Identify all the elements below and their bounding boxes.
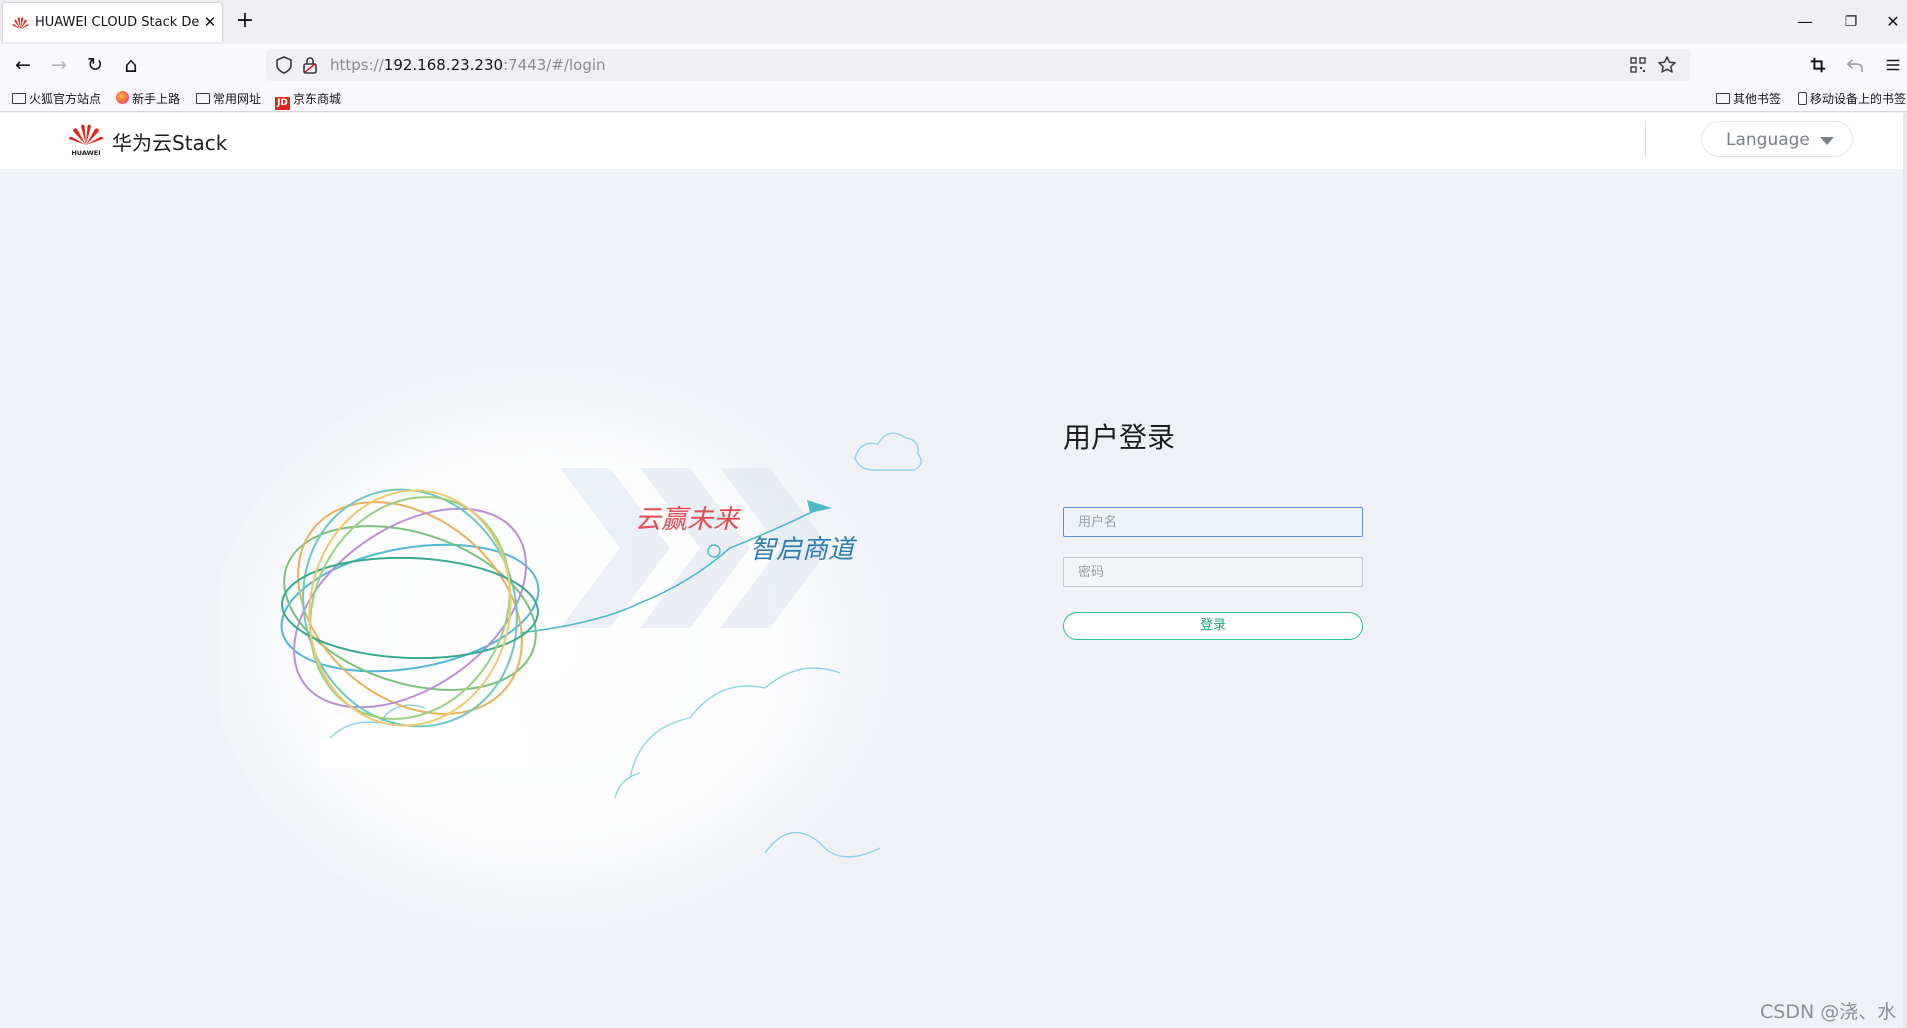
url-text[interactable]: https://192.168.23.230:7443/#/login [330,56,606,74]
close-window-button[interactable]: ✕ [1878,8,1907,36]
browser-tab[interactable]: HUAWEI CLOUD Stack Deplo ✕ [2,2,223,42]
csdn-watermark: CSDN @浇、水 [1760,1001,1897,1023]
login-title: 用户登录 [1063,421,1176,454]
tab-close-icon[interactable]: ✕ [201,13,219,31]
huawei-logo-icon: HUAWEI [69,124,103,157]
url-host: 192.168.23.230 [383,56,504,74]
bookmark-jd-mall[interactable]: JD 京东商城 [275,89,342,110]
navigation-toolbar: ← → ↻ ⌂ https://192.168.23.230:7443/#/lo… [0,44,1907,86]
huawei-favicon-icon [12,17,29,30]
restore-button[interactable]: ❐ [1836,8,1866,36]
minimize-button[interactable]: — [1790,8,1820,36]
folder-icon [1716,93,1730,104]
lock-icon[interactable] [300,55,320,75]
site-header: HUAWEI 华为云Stack Language [0,113,1903,169]
address-bar[interactable]: https://192.168.23.230:7443/#/login [266,49,1690,81]
slogan-secondary: 智启商道 [750,535,858,565]
folder-icon [196,93,210,104]
forward-button[interactable]: → [44,50,74,80]
password-field[interactable] [1063,557,1363,587]
bookmark-getting-started[interactable]: 新手上路 [116,89,180,109]
bookmark-other-bookmarks[interactable]: 其他书签 [1716,89,1781,109]
bookmark-label: 移动设备上的书签 [1810,92,1907,106]
reload-button[interactable]: ↻ [80,50,110,80]
page-viewport: HUAWEI 华为云Stack Language 云赢未来 智启商道 用户登录 … [0,113,1907,1028]
new-tab-button[interactable]: + [232,9,258,35]
login-button[interactable]: 登录 [1063,612,1363,640]
url-path: :7443/#/login [503,56,606,74]
home-button[interactable]: ⌂ [116,50,146,80]
bookmark-mobile-bookmarks[interactable]: 移动设备上的书签 [1798,89,1906,109]
bookmark-star-icon[interactable] [1657,55,1677,75]
menu-icon[interactable] [1884,56,1902,74]
username-field[interactable] [1063,507,1363,537]
username-input[interactable] [1064,508,1362,536]
cloud-globe-illustration: 云赢未来 智启商道 [220,348,950,948]
caret-down-icon [1820,137,1834,145]
header-divider [1645,121,1646,157]
bookmarks-toolbar: 火狐官方站点 新手上路 常用网址 JD 京东商城 其他书签 移动设备上的书签 [0,86,1907,112]
password-input[interactable] [1064,558,1362,586]
undo-icon[interactable] [1846,57,1864,73]
tab-title: HUAWEI CLOUD Stack Deplo [35,15,199,30]
logo-wordmark: HUAWEI [71,149,100,157]
bookmark-label: 新手上路 [132,92,181,106]
slogan-primary: 云赢未来 [635,505,742,535]
qr-code-icon[interactable] [1628,55,1648,75]
firefox-icon [116,91,129,104]
language-label: Language [1726,130,1810,150]
bookmark-label: 其他书签 [1733,92,1782,106]
product-name: 华为云Stack [112,131,228,155]
bookmark-label: 常用网址 [213,92,262,106]
shield-icon[interactable] [274,55,294,75]
bookmark-label: 火狐官方站点 [29,92,102,106]
phone-icon [1798,92,1807,105]
language-selector[interactable]: Language [1701,121,1853,157]
folder-icon [12,93,26,104]
background-glow [220,348,950,948]
jd-icon: JD [275,97,290,110]
bookmark-label: 京东商城 [293,92,342,106]
screenshot-icon[interactable] [1809,56,1827,74]
url-scheme: https:// [330,56,384,74]
page-scrollbar[interactable] [1903,113,1907,1028]
tab-strip: HUAWEI CLOUD Stack Deplo ✕ + — ❐ ✕ [0,0,1907,44]
bookmark-common-sites[interactable]: 常用网址 [196,89,261,109]
bookmark-firefox-official[interactable]: 火狐官方站点 [12,89,101,109]
back-button[interactable]: ← [8,50,38,80]
